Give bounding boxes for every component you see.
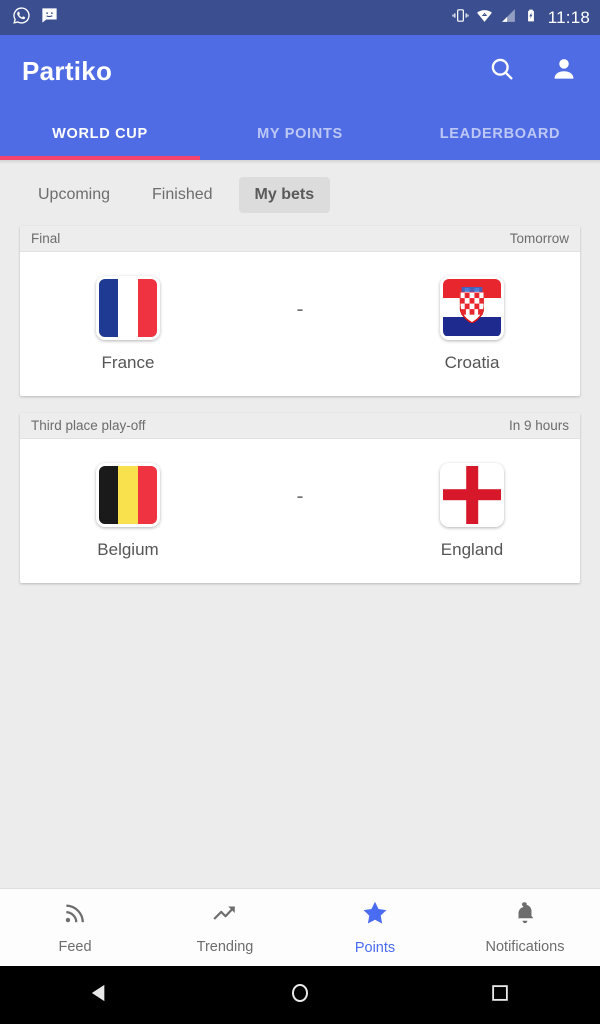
- nav-item-points[interactable]: Points: [300, 889, 450, 966]
- whatsapp-icon: [12, 6, 31, 30]
- vibrate-icon: [452, 7, 469, 29]
- home-team: Belgium: [38, 462, 218, 560]
- match-card[interactable]: Third place play-off In 9 hours Belgium …: [20, 413, 580, 583]
- status-bar: 11:18: [0, 0, 600, 35]
- wifi-icon: [476, 7, 493, 29]
- tab-world-cup[interactable]: WORLD CUP: [0, 108, 200, 160]
- match-score: -: [296, 485, 304, 508]
- flag-france-icon: [96, 275, 160, 340]
- nav-item-notifications[interactable]: Notifications: [450, 889, 600, 966]
- home-team: France: [38, 275, 218, 373]
- away-team-name: Croatia: [444, 352, 500, 372]
- tab-indicator: [0, 156, 200, 160]
- app-root: 11:18 Partiko WORLD CUP MY POINTS LEADER…: [0, 0, 600, 1024]
- match-card-list: Final Tomorrow France - Croatia Third pl…: [0, 226, 600, 600]
- nav-label-trending: Trending: [196, 939, 254, 955]
- bell-icon: [512, 900, 538, 930]
- away-team-name: England: [440, 539, 504, 559]
- search-icon[interactable]: [488, 55, 516, 88]
- nav-label-feed: Feed: [58, 939, 92, 955]
- home-team-name: Belgium: [97, 539, 159, 559]
- flag-croatia-icon: [440, 275, 504, 340]
- match-stage: Third place play-off: [31, 418, 146, 433]
- flag-england-icon: [440, 462, 504, 527]
- match-time: In 9 hours: [508, 418, 569, 433]
- star-icon: [361, 899, 389, 931]
- match-card-header: Final Tomorrow: [20, 226, 580, 252]
- away-team: England: [382, 462, 562, 560]
- tab-bar: WORLD CUP MY POINTS LEADERBOARD: [0, 108, 600, 160]
- trending-up-icon: [212, 900, 238, 930]
- away-team: Croatia: [382, 275, 562, 373]
- tab-leaderboard[interactable]: LEADERBOARD: [400, 108, 600, 160]
- status-bar-clock: 11:18: [547, 7, 590, 27]
- recents-button[interactable]: [400, 982, 600, 1009]
- android-navigation-bar: [0, 966, 600, 1024]
- nav-item-trending[interactable]: Trending: [150, 889, 300, 966]
- home-circle-icon: [288, 981, 312, 1010]
- app-title: Partiko: [22, 56, 113, 86]
- tab-my-points[interactable]: MY POINTS: [200, 108, 400, 160]
- filter-chip-upcoming[interactable]: Upcoming: [22, 177, 126, 213]
- nav-item-feed[interactable]: Feed: [0, 889, 150, 966]
- status-bar-system-icons: 11:18: [452, 7, 590, 29]
- match-time: Tomorrow: [509, 231, 569, 246]
- match-score: -: [296, 298, 304, 321]
- rss-icon: [62, 900, 88, 930]
- filter-chip-my-bets[interactable]: My bets: [238, 177, 331, 213]
- home-team-name: France: [101, 352, 155, 372]
- back-button[interactable]: [0, 980, 200, 1011]
- bottom-navigation: Feed Trending Points Notifications: [0, 888, 600, 966]
- recents-square-icon: [489, 982, 511, 1009]
- flag-belgium-icon: [96, 462, 160, 527]
- signal-icon: [500, 7, 517, 29]
- match-card-body: Belgium - England: [20, 439, 580, 583]
- match-stage: Final: [31, 231, 61, 246]
- back-triangle-icon: [87, 980, 113, 1011]
- filter-chip-row: Upcoming Finished My bets: [0, 164, 600, 226]
- status-bar-notifications: [12, 6, 59, 30]
- app-bar: Partiko: [0, 35, 600, 108]
- sms-icon: [40, 6, 59, 30]
- match-card-body: France - Croatia: [20, 252, 580, 396]
- home-button[interactable]: [200, 981, 400, 1010]
- app-bar-actions: [488, 55, 578, 88]
- account-icon[interactable]: [550, 55, 578, 88]
- nav-label-points: Points: [354, 940, 396, 956]
- filter-chip-finished[interactable]: Finished: [136, 177, 228, 213]
- match-card[interactable]: Final Tomorrow France - Croatia: [20, 226, 580, 396]
- battery-charging-icon: [524, 7, 538, 29]
- nav-label-notifications: Notifications: [485, 939, 565, 955]
- match-card-header: Third place play-off In 9 hours: [20, 413, 580, 439]
